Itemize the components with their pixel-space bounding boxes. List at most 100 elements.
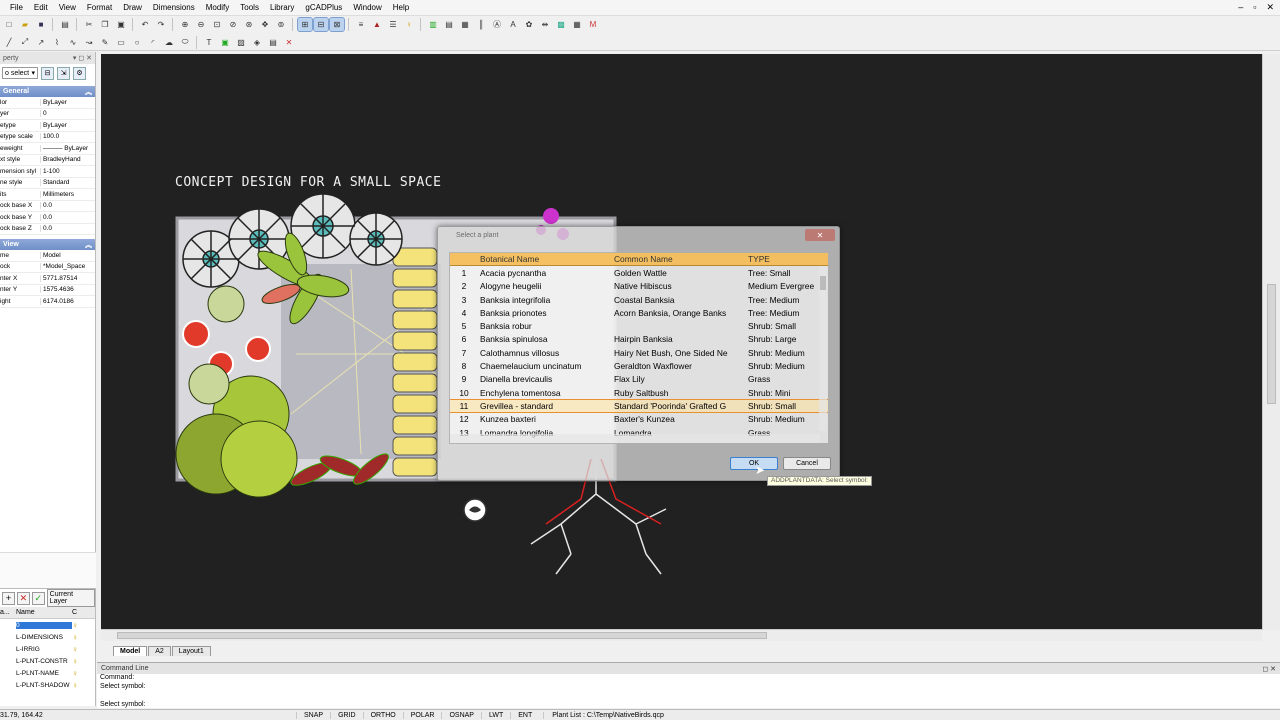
layer-name[interactable]: L-IRRIG — [16, 646, 72, 653]
table-row[interactable]: 5 Banksia robur Shrub: Small — [450, 319, 828, 332]
property-row[interactable]: ock base Y 0.0 — [0, 212, 95, 224]
col-type[interactable]: TYPE — [746, 254, 822, 264]
set-current-layer-icon[interactable]: ✓ — [31, 591, 45, 605]
undo-icon[interactable]: ↶ — [138, 18, 152, 31]
layer-row[interactable]: 0 ♀ — [0, 619, 95, 631]
lwt-toggle[interactable]: LWT — [480, 711, 510, 719]
point-icon[interactable]: ✕ — [282, 36, 296, 49]
horizontal-scrollbar[interactable] — [101, 629, 1262, 641]
property-row[interactable]: ne style Standard — [0, 178, 95, 189]
osnap-toggle[interactable]: OSNAP — [441, 711, 481, 719]
col-common-name[interactable]: Common Name — [612, 254, 746, 264]
layer-name[interactable]: 0 — [16, 621, 72, 629]
property-row[interactable]: nter Y 1575.4636 — [0, 285, 95, 296]
menu-window[interactable]: Window — [353, 3, 381, 12]
plant-chart-icon[interactable]: ▥ — [426, 18, 440, 31]
insert-block-icon[interactable]: ▣ — [218, 36, 232, 49]
toggle-pickadd-icon[interactable]: ⚙ — [73, 66, 86, 80]
restore-icon[interactable]: ▫ — [1253, 2, 1256, 13]
layer-col-name[interactable]: Name — [16, 609, 72, 616]
panel-controls-icon[interactable]: ▾ ◻ ✕ — [73, 54, 92, 62]
layer-name[interactable]: L-PLNT-SHADOW — [16, 682, 72, 689]
panel-controls-icon[interactable]: ◻ ✕ — [1262, 665, 1276, 673]
zoom-in-icon[interactable]: ⊕ — [178, 18, 192, 31]
text-icon[interactable]: T — [202, 36, 216, 49]
layer-row[interactable]: L-DIMENSIONS ♀ — [0, 631, 95, 643]
plant-symbol-icon[interactable]: ✿ — [522, 18, 536, 31]
menu-modify[interactable]: Modify — [206, 3, 230, 12]
tab-layout1[interactable]: Layout1 — [171, 646, 211, 656]
menu-draw[interactable]: Draw — [123, 3, 142, 12]
menu-dimensions[interactable]: Dimensions — [153, 3, 195, 12]
ortho-toggle[interactable]: ORTHO — [362, 711, 403, 719]
property-row[interactable]: yer 0 — [0, 109, 95, 120]
property-row[interactable]: ock *Model_Space — [0, 262, 95, 273]
layer-row[interactable]: L-PLNT-NAME ♀ — [0, 667, 95, 679]
select-objects-icon[interactable]: ⇲ — [57, 66, 70, 80]
property-value[interactable]: ByLayer — [41, 122, 67, 129]
bulb-icon[interactable]: ♀ — [72, 657, 82, 666]
spline-icon[interactable]: ∿ — [66, 36, 80, 49]
hatch-icon[interactable]: ▤ — [266, 36, 280, 49]
property-value[interactable]: BradleyHand — [41, 156, 81, 163]
general-section-header[interactable]: General ︽ — [0, 86, 95, 97]
tab-model[interactable]: Model — [113, 646, 148, 656]
property-value[interactable]: ByLayer — [41, 99, 67, 106]
ray-icon[interactable]: ↗ — [34, 36, 48, 49]
layer-col-status[interactable]: a... — [0, 609, 16, 616]
bulb-icon[interactable]: ♀ — [72, 633, 82, 642]
match-properties-icon[interactable]: ▲ — [370, 18, 384, 31]
layer-col-c[interactable]: C — [72, 609, 82, 616]
xline-icon[interactable]: ⤢ — [18, 36, 32, 49]
vertical-scrollbar[interactable] — [1262, 54, 1280, 630]
property-value[interactable]: 0 — [41, 110, 47, 117]
ok-button[interactable]: OK — [730, 457, 778, 470]
pan-icon[interactable]: ✥ — [258, 18, 272, 31]
property-row[interactable]: ock base Z 0.0 — [0, 224, 95, 235]
plant-ruler-icon[interactable]: ⇹ — [538, 18, 552, 31]
ellipse-icon[interactable]: ⬭ — [178, 36, 192, 49]
layer-row[interactable]: L-PLNT-SHADOW ♀ — [0, 679, 95, 691]
layer-name[interactable]: L-PLNT-CONSTR — [16, 658, 72, 665]
menu-help[interactable]: Help — [393, 3, 409, 12]
property-value[interactable]: 6174.0186 — [41, 298, 74, 305]
plant-schedule-icon[interactable]: ▦ — [458, 18, 472, 31]
table-row[interactable]: 10 Enchylena tomentosa Ruby Saltbush Shrub:… — [450, 386, 828, 399]
property-value[interactable]: 0.0 — [41, 225, 52, 232]
print-icon[interactable]: ▤ — [58, 18, 72, 31]
table-row[interactable]: 4 Banksia prionotes Acorn Banksia, Orange … — [450, 306, 828, 319]
property-value[interactable]: 1-100 — [41, 168, 60, 175]
plant-label-icon[interactable]: Ⓐ — [490, 18, 504, 31]
plant-grid-icon[interactable]: ▦ — [570, 18, 584, 31]
zoom-previous-icon[interactable]: ⊘ — [226, 18, 240, 31]
image-icon[interactable]: ▨ — [234, 36, 248, 49]
property-row[interactable]: its Millimeters — [0, 189, 95, 201]
property-row[interactable]: me Model — [0, 250, 95, 262]
polar-toggle[interactable]: POLAR — [402, 711, 442, 719]
plant-palette-icon[interactable]: ▩ — [554, 18, 568, 31]
menu-view[interactable]: View — [59, 3, 76, 12]
bulb-icon[interactable]: ♀ — [72, 645, 82, 654]
property-value[interactable]: Model — [41, 252, 61, 259]
make-block-icon[interactable]: ◈ — [250, 36, 264, 49]
close-icon[interactable]: ✕ — [805, 229, 835, 241]
delete-layer-icon[interactable]: ✕ — [16, 591, 30, 605]
menu-library[interactable]: Library — [270, 3, 294, 12]
property-row[interactable]: eweight ——— ByLayer — [0, 143, 95, 155]
property-value[interactable]: 0.0 — [41, 214, 52, 221]
cancel-button[interactable]: Cancel — [783, 457, 831, 470]
polyline-icon[interactable]: ⌇ — [50, 36, 64, 49]
property-row[interactable]: ock base X 0.0 — [0, 201, 95, 212]
arc-icon[interactable]: ◜ — [146, 36, 160, 49]
property-value[interactable]: ——— ByLayer — [41, 145, 88, 152]
property-row[interactable]: lor ByLayer — [0, 97, 95, 109]
zoom-out-icon[interactable]: ⊖ — [194, 18, 208, 31]
property-value[interactable]: Millimeters — [41, 191, 74, 198]
save-icon[interactable]: ■ — [34, 18, 48, 31]
property-value[interactable]: 1575.4636 — [41, 286, 74, 293]
table-row[interactable]: 8 Chaemelaucium uncinatum Geraldton Waxflo… — [450, 359, 828, 372]
table-row[interactable]: 12 Kunzea baxteri Baxter's Kunzea Shrub: Me… — [450, 413, 828, 426]
property-row[interactable]: etype ByLayer — [0, 120, 95, 132]
paste-icon[interactable]: ▣ — [114, 18, 128, 31]
property-value[interactable]: Standard — [41, 179, 69, 186]
